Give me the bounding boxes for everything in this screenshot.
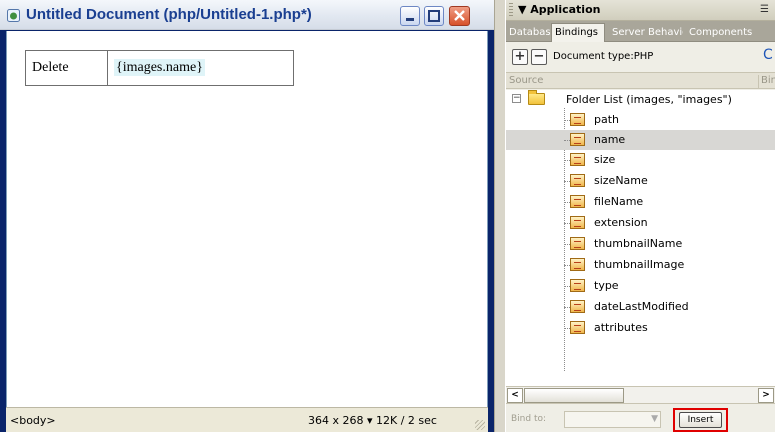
folder-list-label: Folder List (images, "images") xyxy=(566,93,732,106)
field-label: thumbnailImage xyxy=(594,258,685,271)
chevron-down-icon: ▼ xyxy=(651,414,658,424)
tree-row-extension[interactable]: extension xyxy=(506,213,775,233)
insert-button-highlight: Insert xyxy=(673,408,728,432)
scroll-left-icon[interactable]: < xyxy=(507,388,523,403)
tree-row-thumbnailimage[interactable]: thumbnailImage xyxy=(506,255,775,275)
minimize-icon xyxy=(406,18,414,21)
remove-binding-button[interactable]: − xyxy=(531,49,547,65)
field-icon xyxy=(570,153,585,166)
maximize-icon xyxy=(428,10,440,22)
field-icon xyxy=(570,258,585,271)
field-label: extension xyxy=(594,216,648,229)
field-label: fileName xyxy=(594,195,644,208)
tree-row-folder-list[interactable]: − Folder List (images, "images") xyxy=(506,90,775,110)
design-view-canvas[interactable]: Delete {images.name} xyxy=(6,31,488,407)
field-label: path xyxy=(594,113,620,126)
add-binding-button[interactable]: + xyxy=(512,49,528,65)
field-label: name xyxy=(594,133,626,146)
field-icon xyxy=(570,237,585,250)
close-button[interactable] xyxy=(449,6,470,26)
field-icon xyxy=(570,113,585,126)
panel-splitter[interactable] xyxy=(494,0,506,432)
panel-title[interactable]: ▼ Application xyxy=(518,3,600,16)
delete-text: Delete xyxy=(32,60,69,75)
refresh-icon[interactable]: C xyxy=(763,47,773,63)
document-type-label: Document type:PHP xyxy=(553,51,654,62)
tree-row-attributes[interactable]: attributes xyxy=(506,318,775,338)
tree-row-type[interactable]: type xyxy=(506,276,775,296)
field-icon xyxy=(570,174,585,187)
minimize-button[interactable] xyxy=(400,6,420,26)
application-panel: ▼ Application ☰ Databases Bindings Serve… xyxy=(506,0,775,432)
tree-row-thumbnailname[interactable]: thumbnailName xyxy=(506,234,775,254)
panel-tabs: Databases Bindings Server Behaviors Comp… xyxy=(506,21,775,43)
tab-server-behaviors[interactable]: Server Behaviors xyxy=(609,24,683,42)
field-icon xyxy=(570,133,585,146)
maximize-button[interactable] xyxy=(424,6,444,26)
close-icon xyxy=(454,10,465,21)
field-icon xyxy=(570,195,585,208)
document-title: Untitled Document (php/Untitled-1.php*) xyxy=(26,6,312,23)
field-icon xyxy=(570,216,585,229)
field-icon xyxy=(570,279,585,292)
bind-to-select[interactable]: ▼ xyxy=(564,411,661,428)
tree-row-name[interactable]: name xyxy=(506,130,775,150)
table-cell-delete[interactable]: Delete xyxy=(25,50,108,86)
tab-bindings[interactable]: Bindings xyxy=(551,23,605,43)
dynamic-text-images-name[interactable]: {images.name} xyxy=(114,59,205,76)
field-label: size xyxy=(594,153,616,166)
column-source[interactable]: Source xyxy=(509,75,543,86)
field-label: type xyxy=(594,279,619,292)
tree-row-path[interactable]: path xyxy=(506,110,775,130)
scroll-right-icon[interactable]: > xyxy=(758,388,774,403)
field-icon xyxy=(570,321,585,334)
bind-bar: Bind to: ▼ Insert xyxy=(506,403,775,432)
document-window: Untitled Document (php/Untitled-1.php*) … xyxy=(0,0,494,432)
field-label: dateLastModified xyxy=(594,300,689,313)
tree-row-filename[interactable]: fileName xyxy=(506,192,775,212)
insert-button[interactable]: Insert xyxy=(679,412,722,428)
document-status-bar: <body> 364 x 268 ▾ 12K / 2 sec xyxy=(6,407,488,432)
folder-icon xyxy=(528,90,545,105)
panel-gripper-icon[interactable] xyxy=(509,3,513,17)
field-icon xyxy=(570,300,585,313)
column-header: Source Binding xyxy=(506,72,775,89)
window-size-info[interactable]: 364 x 268 ▾ 12K / 2 sec xyxy=(308,414,437,427)
tab-databases[interactable]: Databases xyxy=(506,24,550,42)
panel-options-menu-icon[interactable]: ☰ xyxy=(760,4,769,15)
design-table[interactable]: Delete {images.name} xyxy=(25,50,294,86)
field-label: thumbnailName xyxy=(594,237,683,250)
tab-components[interactable]: Components xyxy=(686,24,775,42)
panel-header[interactable]: ▼ Application ☰ xyxy=(506,0,775,21)
resize-grip-icon[interactable] xyxy=(475,420,485,430)
bind-to-label: Bind to: xyxy=(511,414,547,424)
scrollbar-thumb[interactable] xyxy=(524,388,624,403)
tree-row-sizename[interactable]: sizeName xyxy=(506,171,775,191)
bindings-tree[interactable]: − Folder List (images, "images") path na… xyxy=(506,90,775,386)
collapse-icon[interactable]: − xyxy=(512,94,521,103)
document-title-bar[interactable]: Untitled Document (php/Untitled-1.php*) xyxy=(0,0,494,30)
bindings-toolbar: + − Document type:PHP C xyxy=(506,42,775,70)
tree-row-size[interactable]: size xyxy=(506,150,775,170)
column-binding[interactable]: Binding xyxy=(758,75,775,89)
tree-row-datelastmodified[interactable]: dateLastModified xyxy=(506,297,775,317)
horizontal-scrollbar[interactable]: < > xyxy=(506,386,775,403)
field-label: attributes xyxy=(594,321,648,334)
field-label: sizeName xyxy=(594,174,648,187)
table-row: Delete {images.name} xyxy=(25,50,294,86)
table-cell-dynamic-name[interactable]: {images.name} xyxy=(107,50,294,86)
php-document-icon xyxy=(7,9,20,22)
tag-selector-body[interactable]: <body> xyxy=(10,414,56,427)
